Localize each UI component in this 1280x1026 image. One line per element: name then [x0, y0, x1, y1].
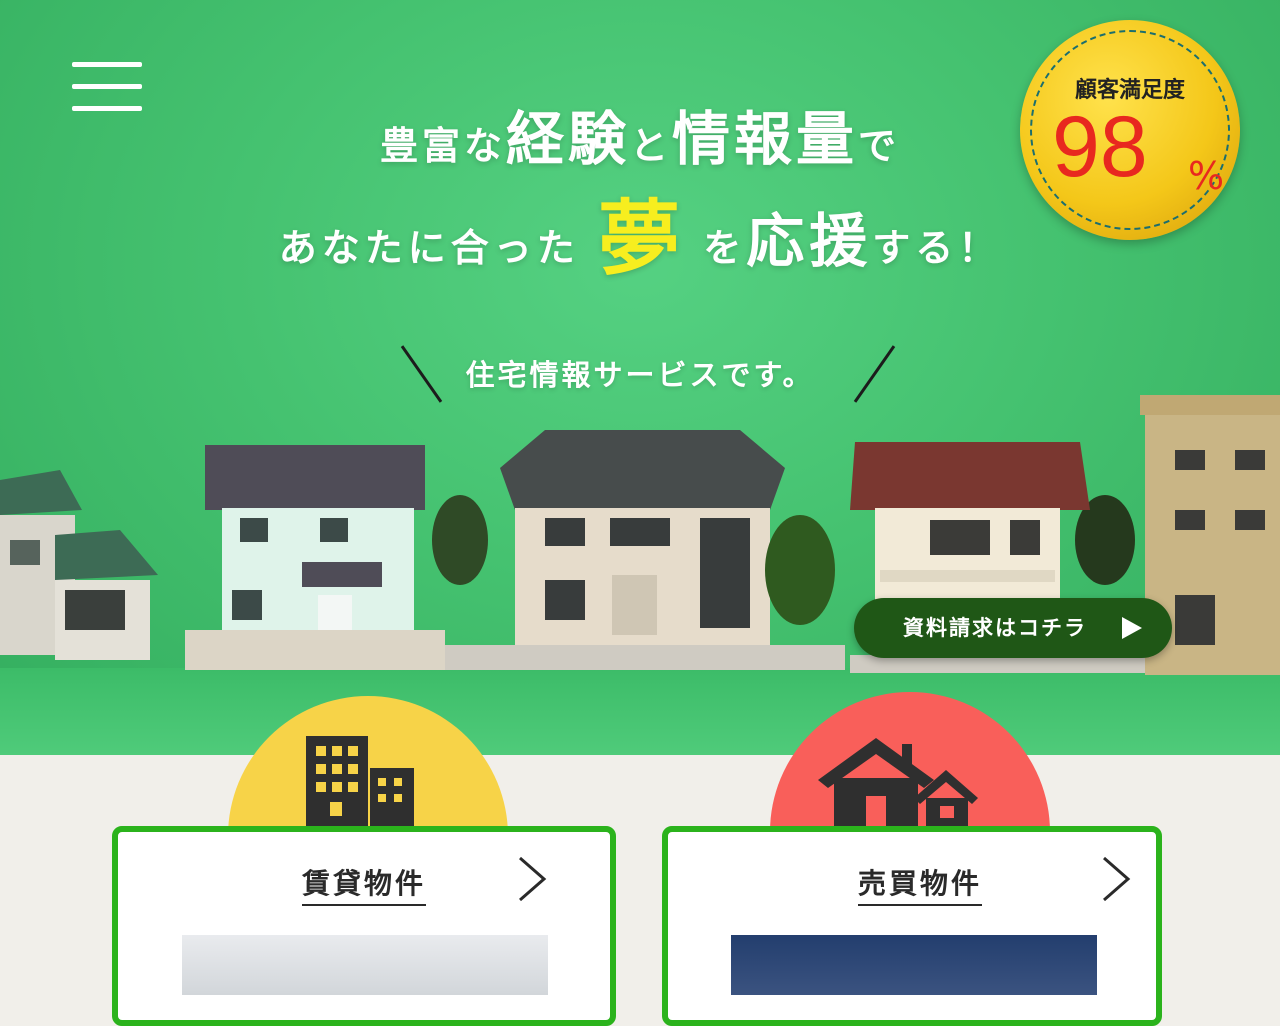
rental-card-title: 賃貸物件 — [302, 862, 427, 906]
sale-property-photo — [731, 935, 1097, 995]
house-far-left — [0, 470, 158, 660]
chevron-right-icon[interactable] — [512, 854, 552, 904]
rental-properties-card[interactable]: 賃貸物件 — [112, 826, 616, 1026]
chevron-right-icon[interactable] — [1096, 854, 1136, 904]
request-materials-button[interactable]: 資料請求はコチラ — [854, 598, 1172, 658]
house-white — [185, 445, 445, 670]
request-materials-label: 資料請求はコチラ — [903, 616, 1087, 640]
hero-ground — [0, 668, 1280, 755]
sale-card-title: 売買物件 — [858, 862, 983, 906]
satisfaction-badge: 顧客満足度 98 % — [1020, 20, 1240, 240]
badge-unit: % — [1188, 154, 1225, 198]
rental-property-photo — [182, 935, 548, 995]
house-icon — [818, 738, 978, 828]
sale-properties-card[interactable]: 売買物件 — [662, 826, 1162, 1026]
apartment-building-icon — [306, 736, 414, 826]
play-arrow-icon — [1122, 617, 1142, 639]
badge-value: 98 — [1052, 99, 1148, 195]
hero-subtitle: 住宅情報サービスです。 — [465, 358, 815, 392]
